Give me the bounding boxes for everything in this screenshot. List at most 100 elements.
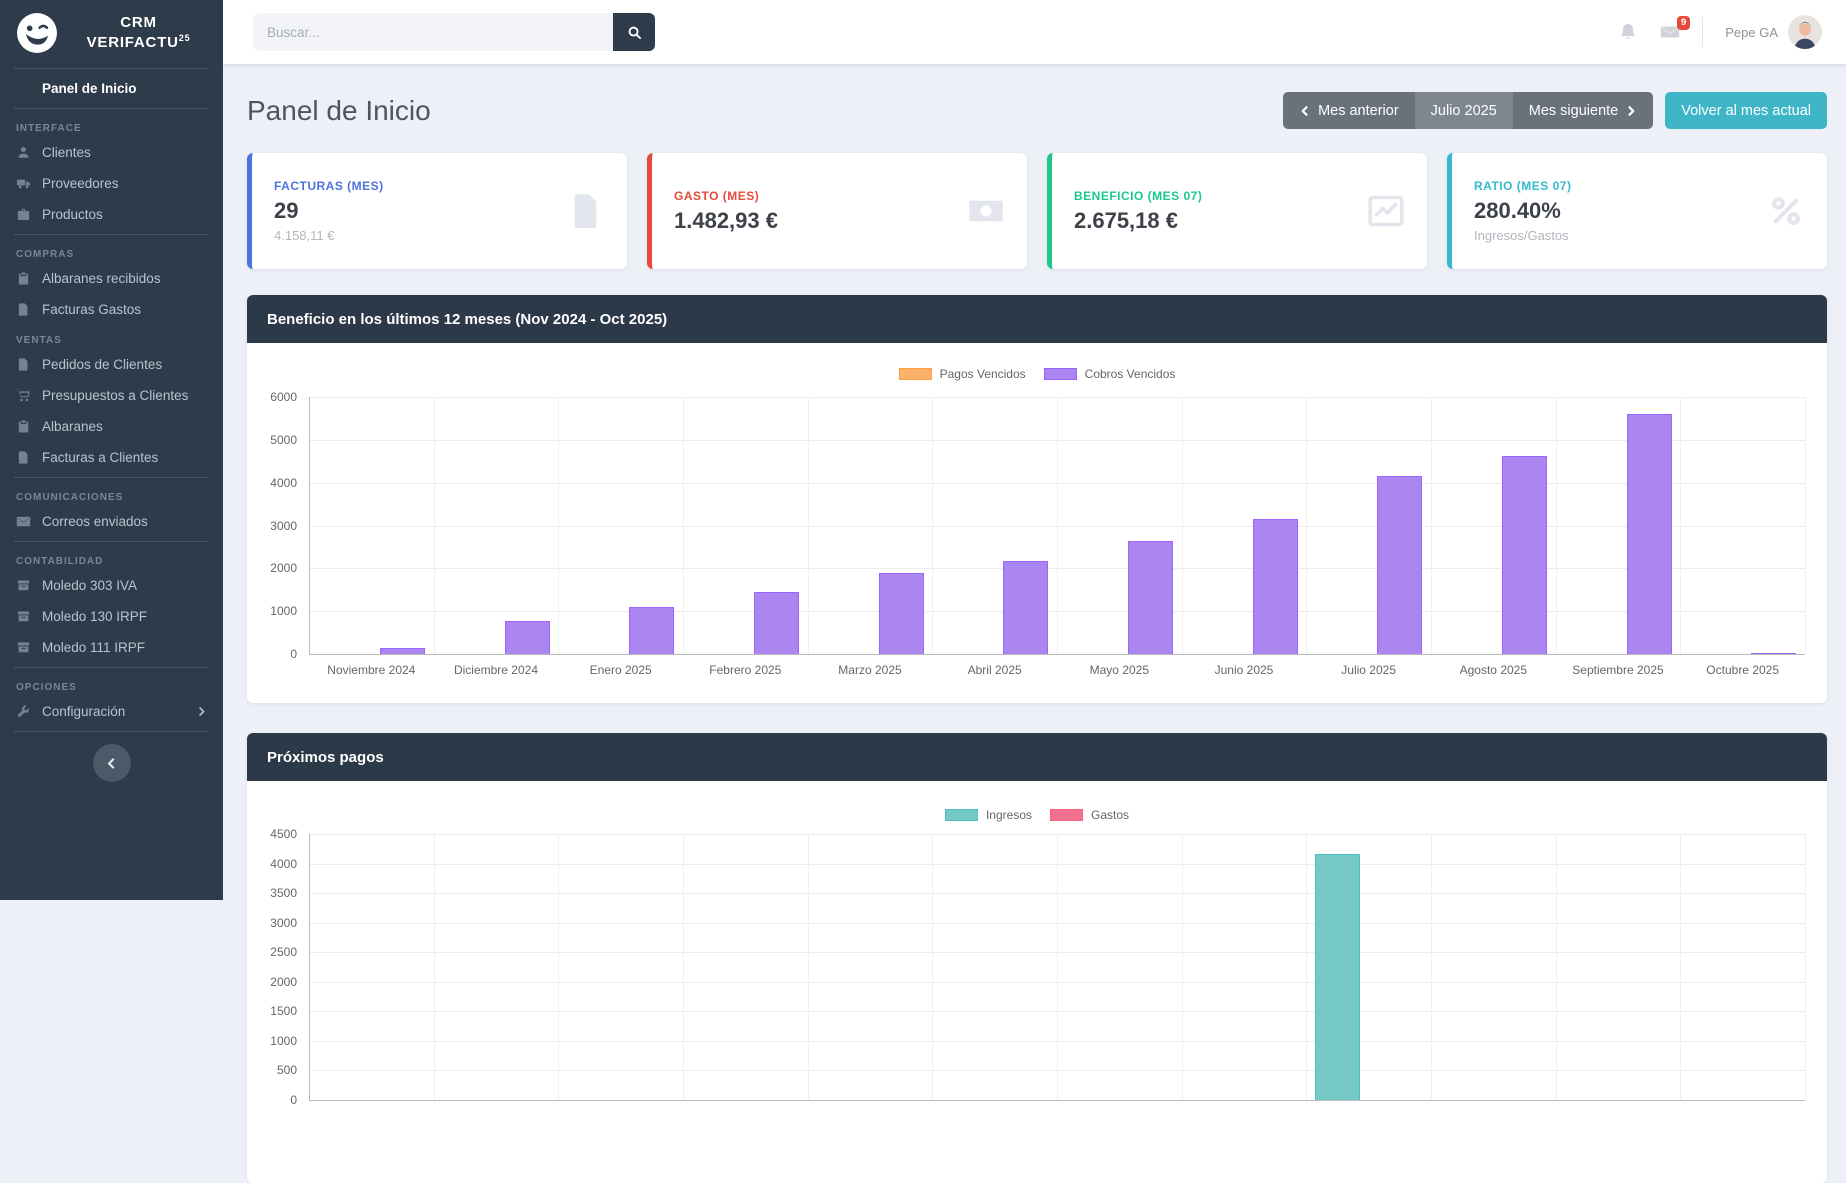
sidebar-item-configuraci-n[interactable]: Configuración (0, 696, 223, 727)
month-nav-group: Mes anterior Julio 2025 Mes siguiente (1283, 92, 1653, 129)
y-axis-tick: 1000 (247, 1034, 297, 1048)
sidebar-item-albaranes[interactable]: Albaranes (0, 411, 223, 442)
sidebar-item-clientes[interactable]: Clientes (0, 137, 223, 168)
current-month-label: Julio 2025 (1415, 92, 1513, 129)
sidebar-item-label: Presupuestos a Clientes (42, 388, 188, 403)
cart-icon (16, 388, 31, 403)
gridline (683, 834, 684, 1100)
y-axis-tick: 6000 (247, 390, 297, 404)
sidebar: CRM VERIFACTU25 Panel de Inicio INTERFAC… (0, 0, 223, 900)
messages-button[interactable]: 9 (1660, 22, 1680, 42)
chart-plot-area: 0100020003000400050006000Noviembre 2024D… (309, 397, 1805, 654)
gridline (309, 397, 310, 654)
sidebar-item-moledo-111-irpf[interactable]: Moledo 111 IRPF (0, 632, 223, 663)
gridline (683, 397, 684, 654)
sidebar-item-moledo-130-irpf[interactable]: Moledo 130 IRPF (0, 601, 223, 632)
stat-card-value: 29 (274, 198, 567, 224)
sidebar-item-panel-de-inicio[interactable]: Panel de Inicio (0, 73, 223, 104)
clipboard-icon (16, 271, 31, 286)
y-axis-tick: 3000 (247, 916, 297, 930)
bar-cobros-vencidos-5 (1003, 561, 1048, 654)
chart-legend: Ingresos Gastos (247, 808, 1827, 822)
brand[interactable]: CRM VERIFACTU25 (0, 0, 223, 64)
stat-card-subtext: Ingresos/Gastos (1474, 228, 1767, 243)
upcoming-payments-chart-card: Próximos pagos IngresosGastos05001000150… (247, 733, 1827, 1183)
gridline (309, 1100, 1805, 1101)
chevron-left-icon (105, 757, 118, 770)
notifications-bell-button[interactable] (1618, 22, 1638, 42)
sidebar-item-label: Correos enviados (42, 514, 148, 529)
y-axis-tick: 4000 (247, 476, 297, 490)
chart-line-icon (1367, 192, 1405, 230)
y-axis-tick: 1500 (247, 1004, 297, 1018)
y-axis-tick: 0 (247, 1093, 297, 1107)
gridline (1431, 397, 1432, 654)
chart-card-title: Beneficio en los últimos 12 meses (Nov 2… (247, 295, 1827, 343)
sidebar-item-facturas-gastos[interactable]: Facturas Gastos (0, 294, 223, 325)
bar-cobros-vencidos-8 (1377, 476, 1422, 654)
sidebar-item-correos-enviados[interactable]: Correos enviados (0, 506, 223, 537)
x-axis-tick: Junio 2025 (1182, 663, 1307, 677)
next-month-button[interactable]: Mes siguiente (1513, 92, 1653, 129)
chart-card-title: Próximos pagos (247, 733, 1827, 781)
gridline (558, 397, 559, 654)
bar-cobros-vencidos-9 (1502, 456, 1547, 654)
bar-cobros-vencidos-0 (380, 648, 425, 654)
prev-month-button[interactable]: Mes anterior (1283, 92, 1415, 129)
legend-item-pagos-vencidos[interactable]: Pagos Vencidos (899, 367, 1026, 381)
bar-cobros-vencidos-3 (754, 592, 799, 654)
y-axis-tick: 5000 (247, 433, 297, 447)
sidebar-item-label: Proveedores (42, 176, 119, 191)
x-axis-tick: Noviembre 2024 (309, 663, 434, 677)
user-menu[interactable]: Pepe GA (1725, 15, 1822, 49)
stat-card-ratio-mes-07: RATIO (MES 07)280.40%Ingresos/Gastos (1447, 153, 1827, 269)
sidebar-item-label: Albaranes recibidos (42, 271, 161, 286)
divider (14, 541, 209, 542)
divider (14, 68, 209, 69)
file-invoice-icon (16, 357, 31, 372)
gridline (808, 397, 809, 654)
sidebar-section-heading: OPCIONES (0, 672, 223, 696)
mail-icon (16, 514, 31, 529)
gridline (1182, 397, 1183, 654)
back-to-current-month-button[interactable]: Volver al mes actual (1665, 92, 1827, 129)
x-axis-tick: Mayo 2025 (1057, 663, 1182, 677)
sidebar-item-presupuestos-a-clientes[interactable]: Presupuestos a Clientes (0, 380, 223, 411)
divider (14, 667, 209, 668)
divider (14, 234, 209, 235)
stat-card-facturas-mes: FACTURAS (MES)294.158,11 € (247, 153, 627, 269)
stat-card-value: 1.482,93 € (674, 208, 967, 234)
legend-item-ingresos[interactable]: Ingresos (945, 808, 1032, 822)
benefit-chart: Pagos Vencidos Cobros Vencidos 01000200030… (247, 343, 1827, 703)
stat-card-body: RATIO (MES 07)280.40%Ingresos/Gastos (1474, 179, 1767, 243)
file-invoice-icon (16, 302, 31, 317)
gridline (1805, 834, 1806, 1100)
search-form (253, 13, 655, 51)
legend-item-cobros-vencidos[interactable]: Cobros Vencidos (1044, 367, 1176, 381)
stat-cards-row: FACTURAS (MES)294.158,11 €GASTO (MES)1.4… (247, 153, 1827, 269)
sidebar-collapse-button[interactable] (93, 744, 131, 782)
sidebar-section-heading: CONTABILIDAD (0, 546, 223, 570)
gridline (1680, 397, 1681, 654)
gridline (1306, 397, 1307, 654)
stat-card-value: 280.40% (1474, 198, 1767, 224)
search-button[interactable] (613, 13, 655, 51)
sidebar-item-albaranes-recibidos[interactable]: Albaranes recibidos (0, 263, 223, 294)
sidebar-item-proveedores[interactable]: Proveedores (0, 168, 223, 199)
y-axis-tick: 2000 (247, 561, 297, 575)
bell-icon (1618, 22, 1638, 42)
search-input[interactable] (253, 13, 613, 51)
legend-item-gastos[interactable]: Gastos (1050, 808, 1129, 822)
sidebar-item-moledo-303-iva[interactable]: Moledo 303 IVA (0, 570, 223, 601)
sidebar-item-label: Configuración (42, 704, 125, 719)
sidebar-item-productos[interactable]: Productos (0, 199, 223, 230)
divider (14, 108, 209, 109)
chevron-right-icon (196, 706, 207, 717)
sidebar-item-facturas-a-clientes[interactable]: Facturas a Clientes (0, 442, 223, 473)
x-axis-tick: Febrero 2025 (683, 663, 808, 677)
legend-swatch (945, 809, 978, 821)
avatar (1788, 15, 1822, 49)
sidebar-item-pedidos-de-clientes[interactable]: Pedidos de Clientes (0, 349, 223, 380)
sidebar-item-label: Productos (42, 207, 103, 222)
x-axis-tick: Marzo 2025 (808, 663, 933, 677)
